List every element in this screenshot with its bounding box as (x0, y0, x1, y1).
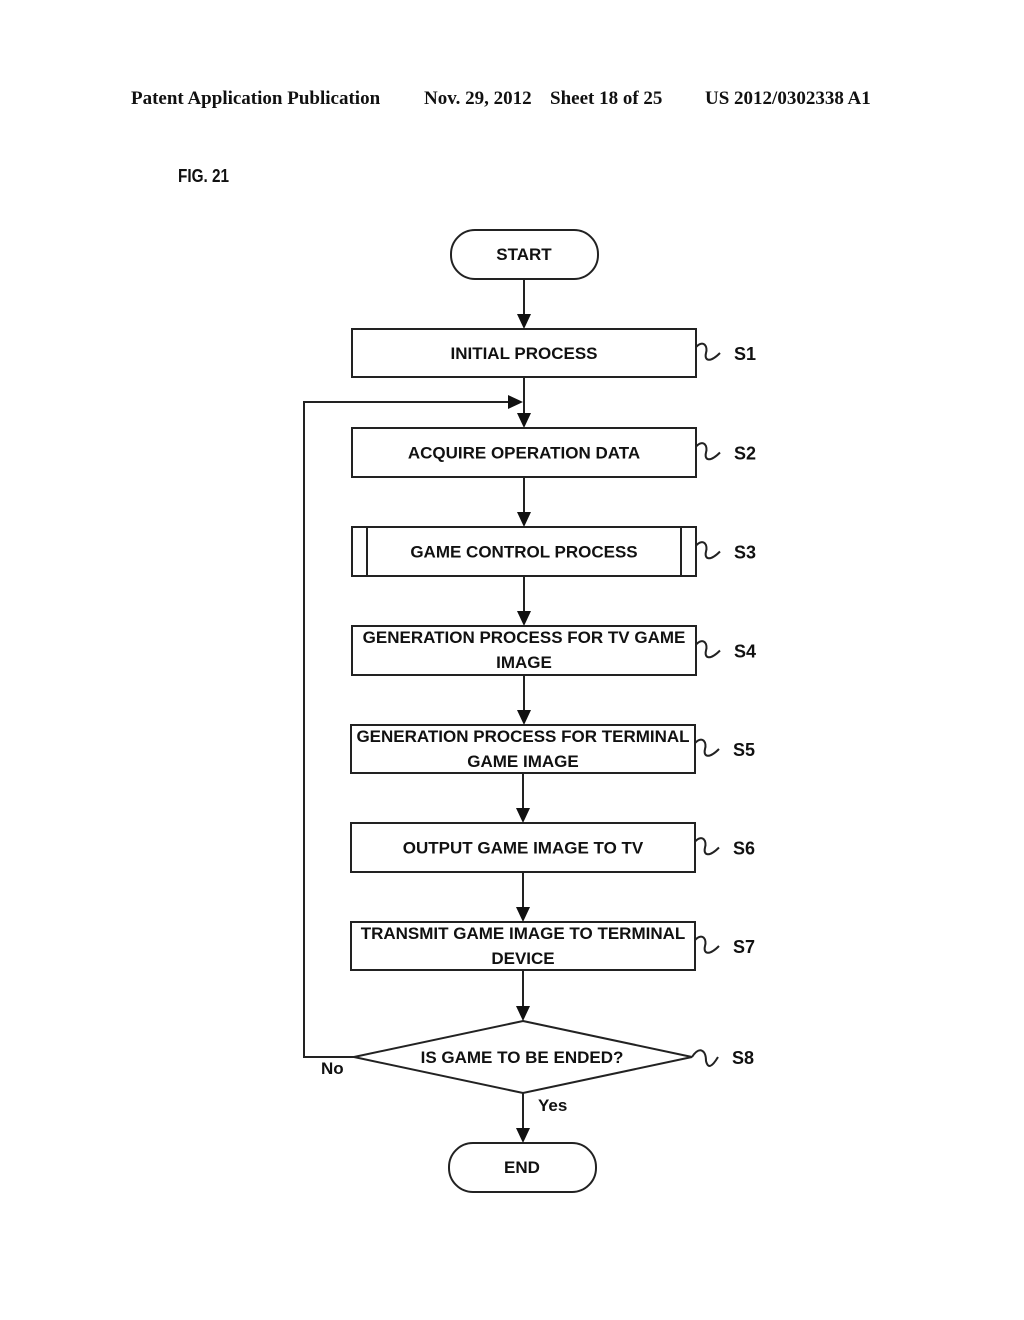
step-leader-s4 (695, 640, 721, 659)
steps-layer: INITIAL PROCESS S1 ACQUIRE OPERATION DATA S… (350, 328, 756, 971)
end-terminal: END (448, 1142, 597, 1193)
step-leader-s3 (695, 541, 721, 560)
connectors (303, 279, 531, 1143)
step-s7: TRANSMIT GAME IMAGE TO TERMINAL DEVICE S7 (350, 921, 755, 971)
arrowhead (517, 512, 531, 527)
step-text-line: GAME IMAGE (467, 752, 578, 771)
step-id-s4: S4 (734, 642, 756, 662)
decision-s8: IS GAME TO BE ENDED? S8 No Yes (321, 1019, 754, 1115)
start-terminal: START (450, 229, 599, 280)
decision-text: IS GAME TO BE ENDED? (421, 1048, 624, 1067)
step-leader-s8 (691, 1049, 719, 1067)
arrowhead (517, 413, 531, 428)
step-s5: GENERATION PROCESS FOR TERMINAL GAME IMAG… (350, 724, 755, 774)
arrowhead (516, 1128, 530, 1143)
step-text-line: ACQUIRE OPERATION DATA (408, 444, 640, 463)
start-label: START (496, 245, 552, 264)
step-text-line: TRANSMIT GAME IMAGE TO TERMINAL (361, 924, 686, 943)
arrowhead (516, 907, 530, 922)
arrowhead (516, 1006, 530, 1021)
step-s3: GAME CONTROL PROCESS S3 (351, 526, 756, 577)
arrowhead (516, 808, 530, 823)
arrowhead (517, 314, 531, 329)
step-leader-s1 (695, 342, 721, 361)
step-id-s7: S7 (733, 937, 755, 957)
step-s4: GENERATION PROCESS FOR TV GAME IMAGE S4 (351, 625, 756, 676)
step-text-line: INITIAL PROCESS (450, 344, 597, 363)
step-text-line: DEVICE (491, 949, 554, 968)
flowchart: START INITIAL PROCESS S1 ACQUIRE OPERATION… (303, 229, 756, 1193)
end-label: END (504, 1158, 540, 1177)
step-text-line: GENERATION PROCESS FOR TERMINAL (356, 727, 689, 746)
step-s1: INITIAL PROCESS S1 (351, 328, 756, 378)
arrowhead (508, 395, 523, 409)
step-leader-s2 (695, 442, 721, 461)
step-text-line: OUTPUT GAME IMAGE TO TV (403, 839, 644, 858)
step-id-s6: S6 (733, 839, 755, 859)
step-leader-s5 (694, 738, 720, 757)
step-id-s3: S3 (734, 543, 756, 563)
step-text-line: IMAGE (496, 653, 552, 672)
step-s6: OUTPUT GAME IMAGE TO TV S6 (350, 822, 755, 873)
yes-branch-label: Yes (538, 1096, 567, 1115)
step-s2: ACQUIRE OPERATION DATA S2 (351, 427, 756, 478)
step-id-s1: S1 (734, 344, 756, 364)
arrowhead (517, 710, 531, 725)
step-id-s2: S2 (734, 444, 756, 464)
step-text-line: GAME CONTROL PROCESS (410, 543, 637, 562)
step-leader-s7 (694, 935, 720, 954)
step-id-s8: S8 (732, 1048, 754, 1068)
step-id-s5: S5 (733, 740, 755, 760)
arrowhead (517, 611, 531, 626)
no-branch-label: No (321, 1059, 344, 1078)
step-leader-s6 (694, 837, 720, 856)
step-text-line: GENERATION PROCESS FOR TV GAME (363, 628, 686, 647)
